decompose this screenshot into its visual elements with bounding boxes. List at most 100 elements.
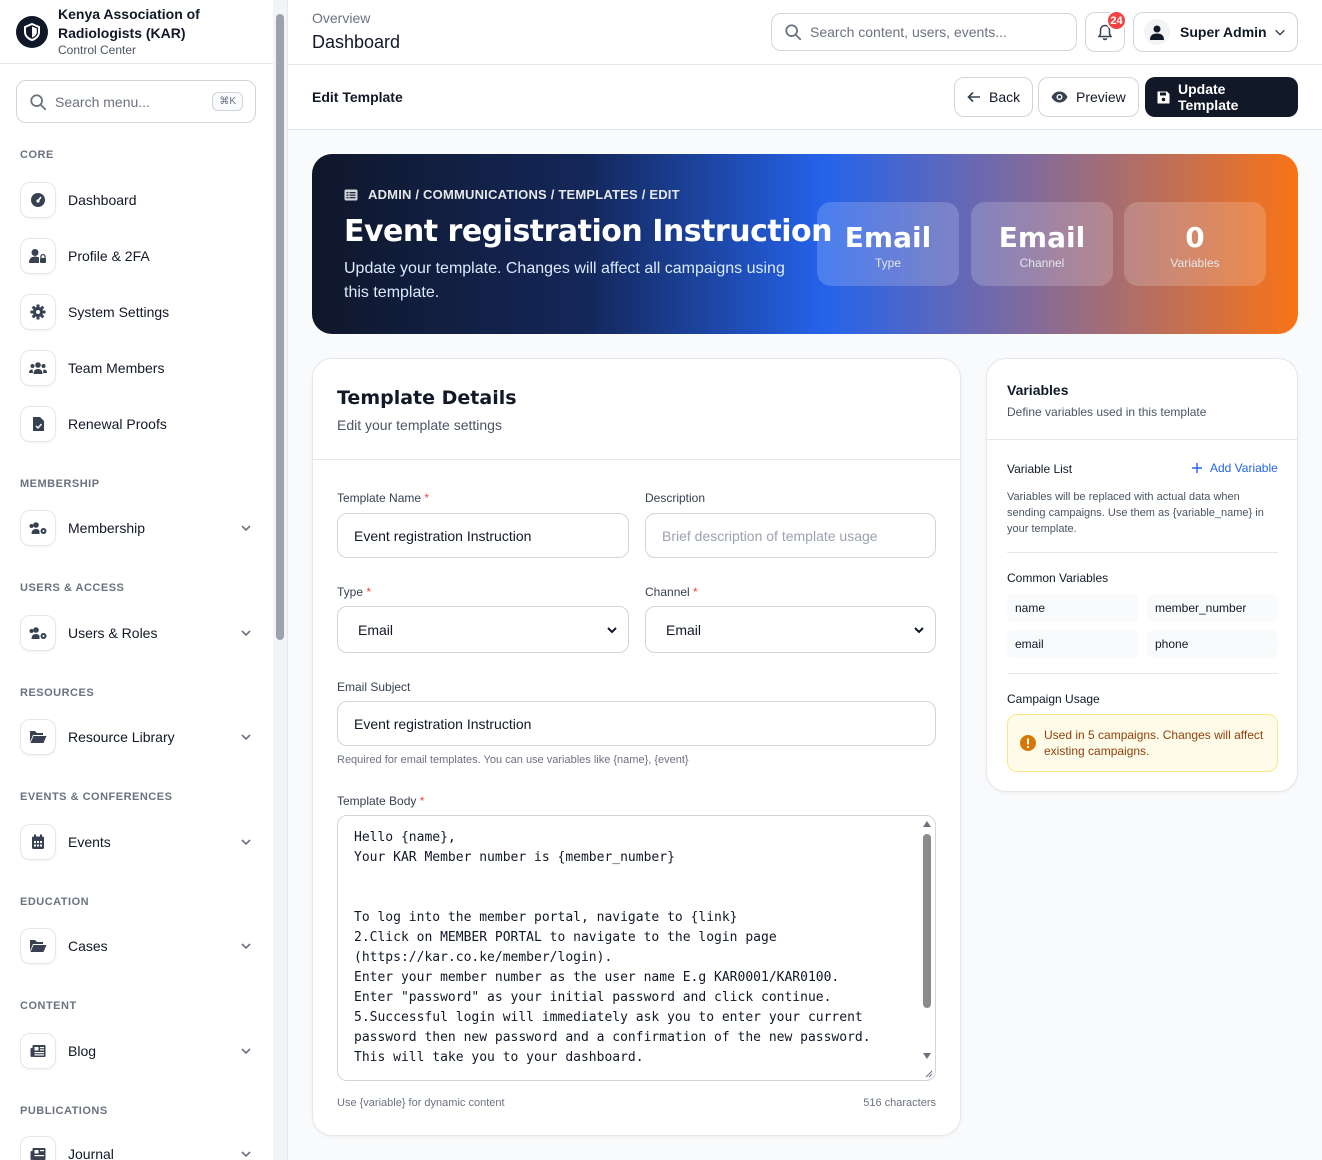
notifications-button[interactable]: 24 [1085,10,1127,52]
gear-icon [20,294,56,330]
hero-banner: ADMIN / COMMUNICATIONS / TEMPLATES / EDI… [312,154,1298,334]
sidebar-item-settings[interactable]: System Settings [20,294,260,330]
hero-description: Update your template. Changes will affec… [344,260,785,301]
sidebar-item-label: Profile & 2FA [68,248,150,264]
sidebar-item-label: Events [68,834,111,850]
channel-label: Channel * [645,585,698,599]
sidebar-item-events[interactable]: Events [20,824,260,860]
page-toolbar: Edit Template Back Preview Update Templa… [288,65,1322,130]
variable-chip[interactable]: name [1007,594,1138,622]
stat-value: Email [998,221,1086,254]
template-body-label: Template Body * [337,794,425,808]
topbar: Overview Dashboard Search content, users… [288,0,1322,65]
campaign-usage-text: Used in 5 campaigns. Changes will affect… [1044,728,1264,758]
chevron-down-icon [241,734,251,741]
email-subject-input[interactable]: Event registration Instruction [337,701,936,746]
sidebar-item-label: Users & Roles [68,625,158,641]
shortcut-hint: ⌘K [212,92,243,111]
email-subject-help: Required for email templates. You can us… [337,754,689,766]
sidebar-item-label: Dashboard [68,192,137,208]
sidebar-item-label: Resource Library [68,729,175,745]
scroll-down-icon[interactable] [923,1053,931,1059]
template-body-textarea[interactable]: Hello {name}, Your KAR Member number is … [337,815,936,1081]
menu-search-input[interactable]: Search menu... ⌘K [16,80,256,123]
warning-icon [1020,735,1036,751]
save-icon [1157,91,1170,104]
textarea-scrollbar-thumb[interactable] [923,834,931,1008]
sidebar-item-label: Team Members [68,360,165,376]
section-publications: PUBLICATIONS [20,1105,108,1117]
sidebar-item-resource-library[interactable]: Resource Library [20,719,260,755]
global-search-input[interactable]: Search content, users, events... [771,13,1077,51]
channel-select[interactable]: Email [645,606,936,653]
stat-channel: Email Channel [971,202,1113,286]
user-menu-button[interactable]: Super Admin [1133,12,1298,52]
sidebar-item-label: Renewal Proofs [68,416,167,432]
chevron-down-icon [241,630,251,637]
divider [1007,673,1278,674]
chevron-down-icon [241,943,251,950]
sidebar-item-team[interactable]: Team Members [20,350,260,386]
update-template-button[interactable]: Update Template [1145,77,1298,117]
channel-select-value: Email [666,621,702,638]
plus-icon [1192,463,1202,473]
character-count: 516 characters [863,1097,936,1109]
sidebar-scrollbar-thumb[interactable] [276,14,284,640]
sidebar-item-renewal[interactable]: Renewal Proofs [20,406,260,442]
search-icon [785,24,802,41]
chevron-down-icon [1275,29,1285,36]
template-details-card: Template Details Edit your template sett… [312,358,961,1136]
back-button[interactable]: Back [954,77,1034,117]
resize-handle-icon[interactable] [923,1068,933,1078]
user-avatar-icon [1144,19,1170,45]
sidebar-item-blog[interactable]: Blog [20,1033,260,1069]
section-core: CORE [20,149,54,161]
email-subject-label: Email Subject [337,680,411,694]
variables-title: Variables [1007,382,1069,398]
template-body-help: Use {variable} for dynamic content [337,1097,505,1109]
hero-title: Event registration Instruction [344,214,832,249]
sidebar-item-label: Blog [68,1043,97,1059]
chevron-down-icon [607,626,617,633]
variable-chip[interactable]: member_number [1147,594,1278,622]
variables-card: Variables Define variables used in this … [986,358,1298,792]
add-variable-label: Add Variable [1210,461,1278,475]
add-variable-button[interactable]: Add Variable [1192,461,1278,475]
card-title: Template Details [337,387,517,409]
page-title: Dashboard [312,32,401,52]
folder-open-icon [20,719,56,755]
variable-list-label: Variable List [1007,462,1073,476]
global-search-placeholder: Search content, users, events... [810,24,1007,40]
sidebar-item-label: Membership [68,520,146,536]
sidebar-item-dashboard[interactable]: Dashboard [20,182,260,218]
section-resources: RESOURCES [20,687,95,699]
sidebar-item-membership[interactable]: Membership [20,510,260,546]
description-input[interactable]: Brief description of template usage [645,513,936,558]
variable-chip[interactable]: phone [1147,630,1278,658]
type-label: Type * [337,585,372,599]
section-users: USERS & ACCESS [20,582,125,594]
toolbar-title: Edit Template [312,89,403,105]
template-name-input[interactable]: Event registration Instruction [337,513,629,558]
campaign-usage-notice: Used in 5 campaigns. Changes will affect… [1007,714,1278,772]
sidebar-item-cases[interactable]: Cases [20,928,260,964]
description-label: Description [645,491,706,505]
user-name: Super Admin [1180,24,1267,40]
template-body-text: Hello {name}, Your KAR Member number is … [354,830,871,1065]
sidebar-item-journal[interactable]: Journal [20,1136,260,1160]
preview-button[interactable]: Preview [1038,77,1139,117]
variable-chip[interactable]: email [1007,630,1138,658]
stat-value: Email [844,221,932,254]
type-select[interactable]: Email [337,606,629,653]
stat-value: 0 [1185,221,1205,254]
scroll-up-icon[interactable] [923,821,931,827]
brand-subtitle: Control Center [58,43,137,57]
file-icon [20,406,56,442]
notification-count-badge: 24 [1106,10,1127,31]
brand: Kenya Association of Radiologists (KAR) … [0,0,287,64]
sidebar: Kenya Association of Radiologists (KAR) … [0,0,288,1160]
update-template-label: Update Template [1178,81,1239,113]
newspaper-icon [20,1033,56,1069]
sidebar-item-profile[interactable]: Profile & 2FA [20,238,260,274]
sidebar-item-users[interactable]: Users & Roles [20,615,260,651]
